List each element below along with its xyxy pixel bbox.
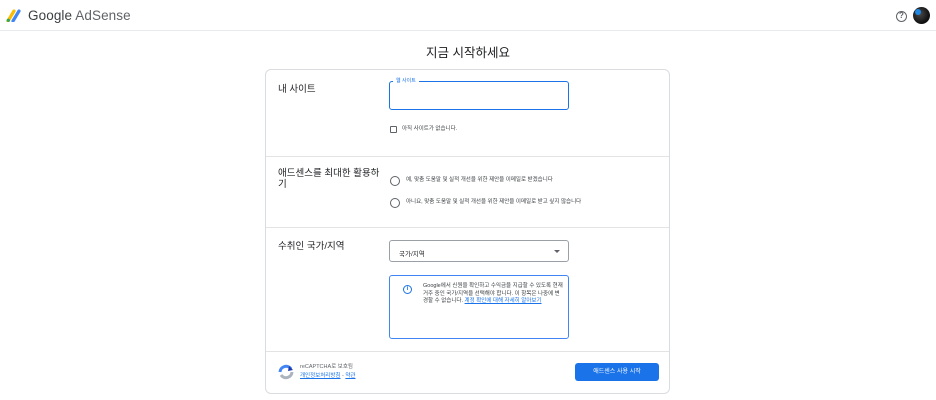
terms-link[interactable]: 약관 — [345, 373, 355, 379]
adsense-logo-icon — [6, 9, 21, 22]
country-info-text: Google에서 신원을 확인하고 수익금을 지급할 수 있도록 현재 거주 중… — [423, 283, 563, 306]
brand-google: Google — [28, 8, 73, 23]
start-adsense-button[interactable]: 애드센스 사용 시작 — [575, 363, 659, 381]
website-field[interactable]: 웹 사이트 — [389, 77, 569, 110]
signup-card: 내 사이트 웹 사이트 아직 사이트가 없습니다. 애드센스를 최대한 활용하기… — [265, 69, 670, 394]
top-app-bar: Google AdSense ? — [0, 0, 936, 31]
website-input[interactable] — [390, 82, 568, 109]
recaptcha-links: 개인정보처리방침 - 약관 — [300, 371, 356, 379]
email-section-label: 애드센스를 최대한 활용하기 — [278, 168, 380, 190]
section-divider — [266, 351, 669, 352]
country-select[interactable]: 국가/지역 — [389, 240, 569, 262]
account-avatar[interactable] — [913, 7, 930, 24]
dropdown-arrow-icon — [554, 250, 560, 253]
brand-product: AdSense — [75, 8, 131, 23]
no-site-checkbox[interactable] — [390, 126, 397, 133]
adsense-logo[interactable]: Google AdSense — [6, 8, 131, 23]
country-section-label: 수취인 국가/지역 — [278, 241, 345, 252]
email-no-label[interactable]: 아니요, 맞춤 도움말 및 실적 개선을 위한 제안을 이메일로 받고 싶지 않… — [406, 199, 581, 206]
page-title: 지금 시작하세요 — [426, 46, 510, 60]
site-section-label: 내 사이트 — [278, 84, 316, 95]
privacy-policy-link[interactable]: 개인정보처리방침 — [300, 373, 340, 379]
help-icon[interactable]: ? — [896, 11, 907, 22]
section-divider — [266, 227, 669, 228]
email-yes-radio[interactable] — [390, 176, 400, 186]
country-select-value: 국가/지역 — [399, 251, 425, 258]
section-divider — [266, 156, 669, 157]
brand-name: Google AdSense — [28, 8, 131, 23]
recaptcha-icon — [278, 364, 294, 380]
email-yes-label[interactable]: 예, 맞춤 도움말 및 실적 개선을 위한 제안을 이메일로 받겠습니다 — [406, 177, 553, 184]
country-info-box: i Google에서 신원을 확인하고 수익금을 지급할 수 있도록 현재 거주… — [389, 275, 569, 339]
no-site-checkbox-label[interactable]: 아직 사이트가 없습니다. — [402, 126, 457, 133]
account-verification-link[interactable]: 계정 확인에 대해 자세히 알아보기 — [465, 298, 542, 304]
info-icon: i — [403, 285, 412, 294]
recaptcha-title: reCAPTCHA로 보호됨 — [300, 364, 353, 370]
email-no-radio[interactable] — [390, 198, 400, 208]
